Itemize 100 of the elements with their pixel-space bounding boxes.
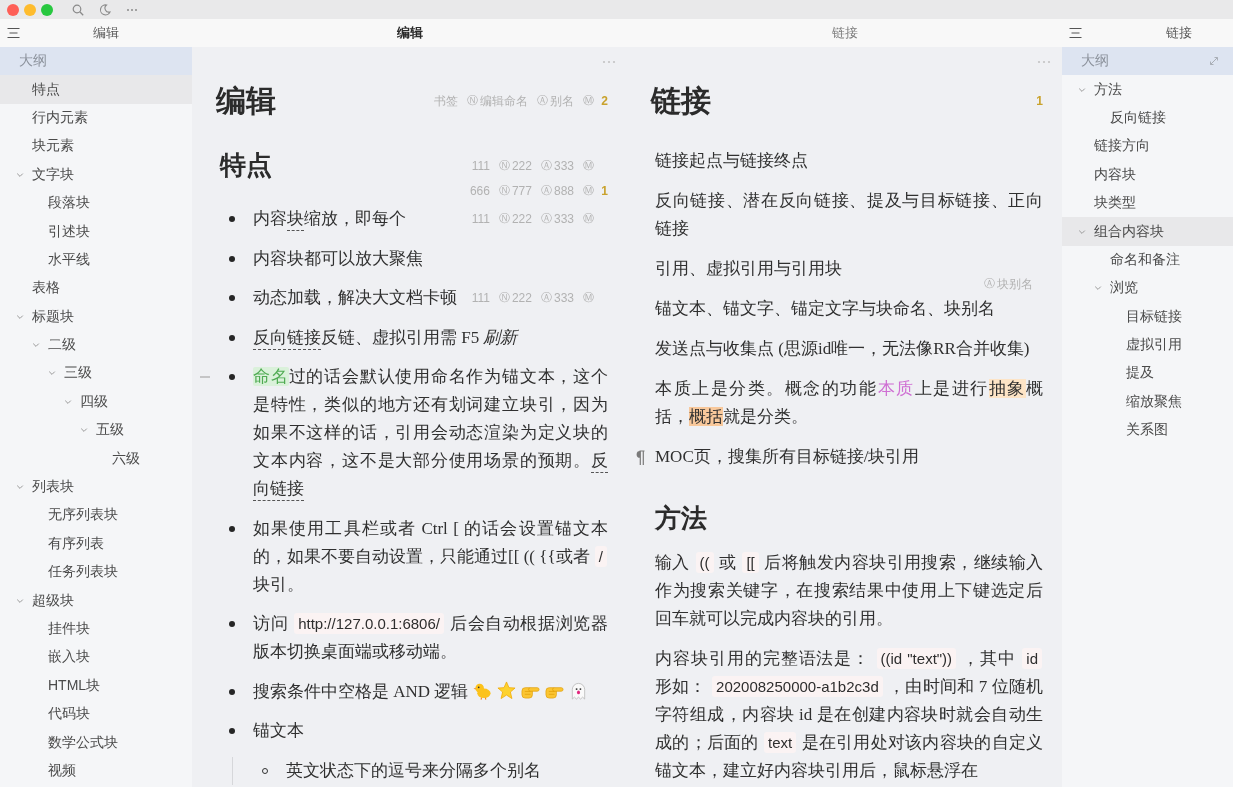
outline-item[interactable]: 链接方向 [1062, 132, 1233, 161]
paragraph: 发送点与收集点 (思源id唯一，无法像RR合并收集) [655, 338, 1030, 360]
panel-title: 链接 [1165, 24, 1192, 42]
outline-item[interactable]: 组合内容块 [1062, 217, 1233, 246]
outline-item[interactable]: 块类型 [1062, 188, 1233, 218]
close-button[interactable] [7, 3, 19, 16]
outline-item[interactable]: 段落块 [0, 188, 192, 218]
menu-icon[interactable] [1069, 27, 1082, 39]
list-item-text: 内容块缩放，即每个 [253, 208, 406, 230]
outline-item[interactable]: 水平线 [0, 245, 192, 275]
outline-item[interactable]: 五级 [0, 416, 192, 445]
block-attribute: Ⓜ [583, 184, 594, 198]
outline-item[interactable]: 无序列表块 [0, 501, 192, 530]
chevron-icon[interactable] [16, 596, 24, 605]
outline-item[interactable]: 行内元素 [0, 103, 192, 133]
outline-item[interactable]: 关系图 [1062, 416, 1233, 445]
block-attribute: Ⓝ 222 [498, 212, 532, 226]
block-attribute: Ⓝ 222 [498, 291, 532, 305]
chevron-icon[interactable] [16, 170, 24, 179]
bullet-icon [229, 728, 235, 734]
outline-item[interactable]: 二级 [0, 330, 192, 360]
block-attribute: Ⓜ [583, 291, 594, 305]
chevron-icon[interactable] [1094, 284, 1102, 293]
list-item-text: 反向链接反链、虚拟引用需 F5 刷新 [253, 326, 518, 349]
drag-handle-icon[interactable] [200, 376, 210, 378]
menu-icon[interactable] [7, 27, 20, 39]
moon-icon[interactable] [99, 3, 111, 16]
zoom-button[interactable] [41, 3, 53, 16]
outline-item[interactable]: 挂件块 [0, 614, 192, 644]
outline-item[interactable]: 列表块 [0, 472, 192, 502]
bullet-icon [229, 334, 235, 341]
search-icon[interactable] [72, 3, 84, 16]
chevron-icon[interactable] [32, 341, 40, 350]
paragraph: 反向链接、潜在反向链接、提及与目标链接、正向链接 [655, 190, 1043, 240]
chevron-icon[interactable] [16, 312, 24, 321]
block-attribute: Ⓐ 333 [540, 212, 574, 226]
list-item-text: 命名过的话会默认使用命名作为锚文本，这个是特性，类似的地方还有划词建立块引，因为如果不这样的话，引用会动态渲染为定义块的文本内容，这不是大部分使用场景的预期。反向链接 [253, 366, 608, 500]
expand-icon[interactable] [1209, 56, 1219, 67]
outline-item[interactable]: 命名和备注 [1062, 245, 1233, 275]
outline-item[interactable]: 方法 [1062, 75, 1233, 104]
chevron-icon[interactable] [1078, 85, 1086, 94]
outline-item[interactable]: 嵌入块 [0, 643, 192, 672]
block-attribute: Ⓐ 块别名 [984, 277, 1033, 291]
minimize-button[interactable] [24, 3, 36, 16]
chevron-icon[interactable] [48, 369, 56, 378]
bullet-icon [229, 688, 235, 695]
tab[interactable]: 编辑 [393, 24, 427, 42]
outline-item[interactable]: 代码块 [0, 700, 192, 729]
document-title: 编辑 [216, 83, 276, 119]
outline-item[interactable]: 目标链接 [1062, 302, 1233, 331]
outline-title: 大纲 [1081, 52, 1109, 71]
outline-item[interactable]: 三级 [0, 359, 192, 388]
more-icon[interactable] [602, 60, 616, 64]
outline-item[interactable]: HTML块 [0, 671, 192, 700]
outline-item[interactable]: 任务列表块 [0, 558, 192, 587]
outline-item[interactable]: 浏览 [1062, 274, 1233, 303]
outline-item[interactable]: 特点 [0, 75, 192, 104]
outline-item[interactable]: 块元素 [0, 132, 192, 161]
list-item-text: 动态加载，解决大文档卡顿 [253, 287, 457, 309]
more-icon[interactable] [1037, 60, 1051, 64]
block-attribute: Ⓝ 777 [498, 184, 532, 198]
outline-item[interactable]: 文字块 [0, 160, 192, 189]
block-attribute: 111 [471, 291, 490, 305]
pilcrow-icon[interactable] [634, 450, 645, 465]
block-attribute: Ⓐ 333 [540, 291, 574, 305]
outline-item[interactable]: 四级 [0, 387, 192, 417]
outline-item[interactable]: 内容块 [1062, 160, 1233, 189]
paragraph: 锚文本、锚文字、锚定文字与块命名、块别名 [655, 298, 995, 320]
outline-item[interactable]: 六级 [0, 444, 192, 473]
outline-item[interactable]: 视频 [0, 756, 192, 786]
outline-item[interactable]: 引述块 [0, 217, 192, 246]
paragraph: 链接起点与链接终点 [655, 150, 808, 172]
bullet-icon [229, 295, 235, 301]
outline-item[interactable]: 超级块 [0, 586, 192, 615]
outline-item[interactable]: 虚拟引用 [1062, 330, 1233, 360]
block-attribute: Ⓝ 222 [498, 159, 532, 173]
tab[interactable]: 链接 [828, 24, 862, 42]
block-attribute: 111 [471, 212, 490, 226]
list-item-text: 访问 http://127.0.0.1:6806/ 后会自动根据浏览器版本切换桌面端或移动端。 [253, 612, 608, 663]
block-attribute: 666 [469, 184, 490, 198]
bullet-icon [229, 216, 235, 222]
section-heading: 方法 [655, 503, 707, 535]
chevron-icon[interactable] [80, 426, 88, 435]
outline-item[interactable]: 表格 [0, 274, 192, 303]
star-icon [497, 680, 517, 700]
paragraph: 内容块引用的完整语法是： ((id "text")) ，其中 id 形如： 202008250000-a1b2c3d ，由时间和 7 位随机字符组成，内容块 id 是在创建内容块时就会自动生成的；后面的 text 是在引用处对该内容块的自定义锚文本，建立好内容块引用后，鼠标悬浮在 [655, 647, 1043, 782]
outline-item[interactable]: 反向链接 [1062, 103, 1233, 133]
paragraph: MOC页，搜集所有目标链接/块引用 [655, 446, 920, 468]
chevron-icon[interactable] [1078, 227, 1086, 236]
block-attribute: 书签 [434, 94, 458, 108]
chevron-icon[interactable] [64, 397, 72, 406]
outline-item[interactable]: 提及 [1062, 359, 1233, 388]
outline-item[interactable]: 数学公式块 [0, 728, 192, 757]
list-item-text: 锚文本 [253, 720, 304, 742]
outline-item[interactable]: 有序列表 [0, 529, 192, 559]
list-item-text: 如果使用工具栏或者 Ctrl [ 的话会设置锚文本的，如果不要自动设置，只能通过[[ (( {{或者 / 块引。 [253, 517, 608, 596]
chevron-icon[interactable] [16, 483, 24, 492]
outline-item[interactable]: 缩放聚焦 [1062, 387, 1233, 417]
outline-item[interactable]: 标题块 [0, 302, 192, 331]
panel-title: 编辑 [93, 24, 119, 42]
